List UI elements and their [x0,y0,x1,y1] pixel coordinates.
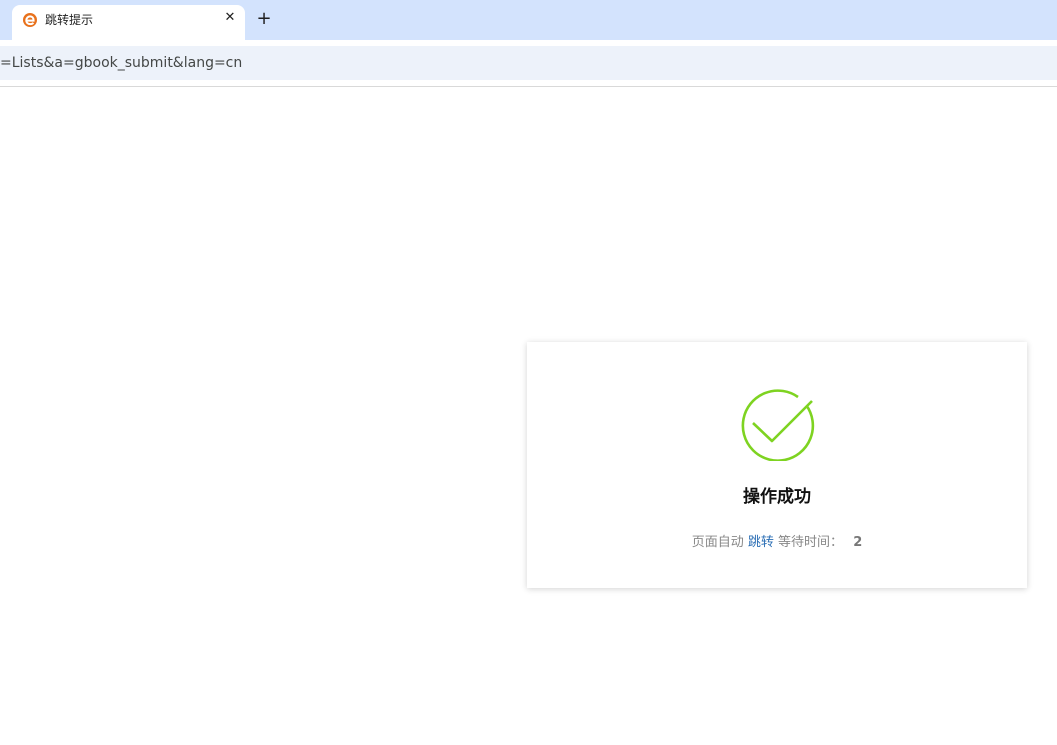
check-circle-icon [740,385,816,462]
tab-strip: 跳转提示 ✕ + [0,0,1057,40]
redirect-info: 页面自动 跳转 等待时间： 2 [527,534,1027,552]
dialog-title: 操作成功 [743,487,811,507]
jump-link[interactable]: 跳转 [748,535,774,550]
address-bar-url[interactable]: =Lists&a=gbook_submit&lang=cn [0,54,242,72]
tab-active[interactable]: 跳转提示 ✕ [12,5,245,40]
new-tab-plus-icon[interactable]: + [254,9,274,29]
browser-toolbar: =Lists&a=gbook_submit&lang=cn [0,40,1057,86]
wait-seconds: 2 [853,535,863,550]
edge-favicon-icon [22,12,38,28]
tab-close-icon[interactable]: ✕ [222,10,238,26]
redirect-prefix: 页面自动 [691,535,744,550]
jump-notice-dialog: 操作成功 页面自动 跳转 等待时间： 2 [527,342,1027,588]
tab-title: 跳转提示 [45,13,94,27]
address-bar[interactable]: =Lists&a=gbook_submit&lang=cn [0,46,1057,80]
wait-time-label: 等待时间： [778,535,844,550]
